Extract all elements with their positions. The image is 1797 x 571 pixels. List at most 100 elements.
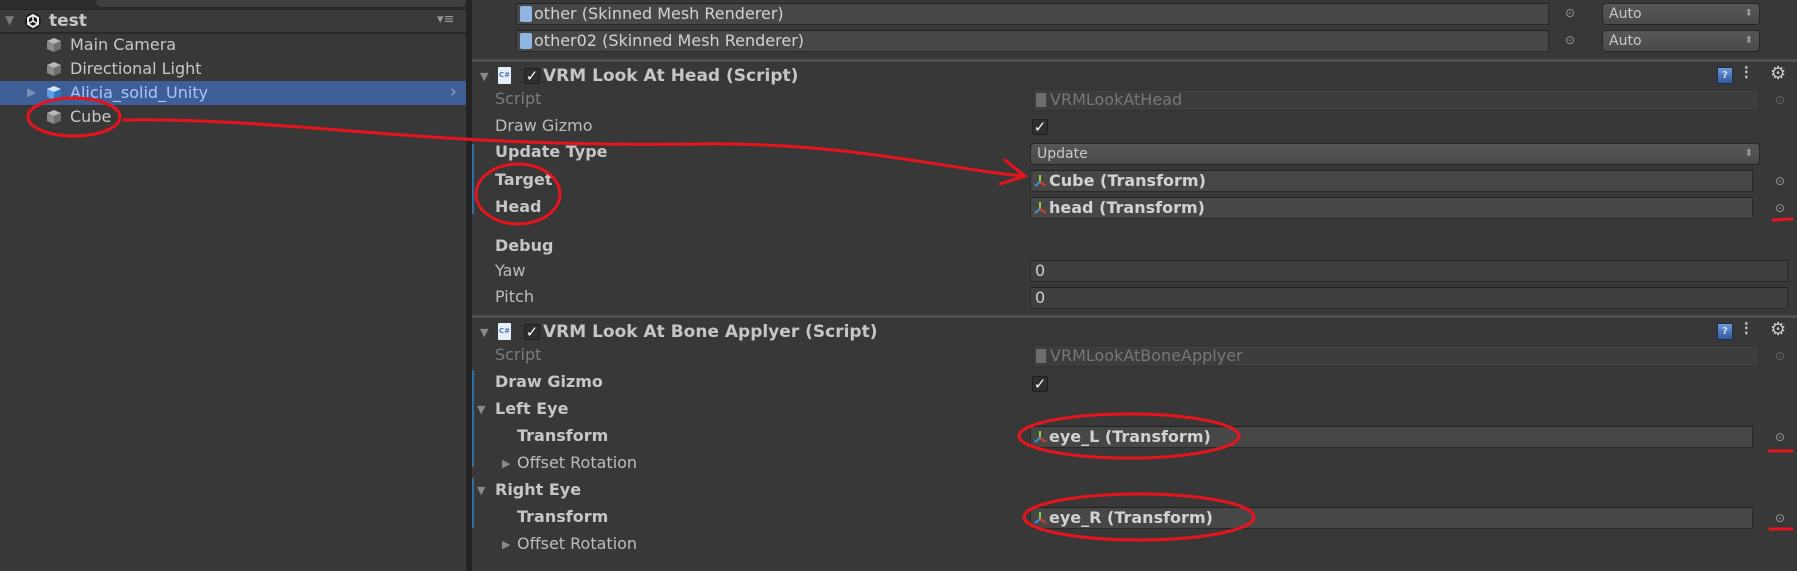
object-picker-icon[interactable]: ⊙ bbox=[1773, 430, 1787, 444]
hierarchy-item-main-camera[interactable]: Main Camera bbox=[0, 33, 466, 57]
right-eye-transform-field[interactable]: eye_R (Transform) bbox=[1030, 507, 1753, 529]
update-type-label: Update Type bbox=[495, 142, 608, 161]
right-eye-foldout-icon[interactable]: ▼ bbox=[477, 484, 485, 497]
hierarchy-item-label: Main Camera bbox=[70, 35, 177, 54]
transform-axes-icon bbox=[1034, 431, 1047, 443]
renderer-field-other[interactable]: other (Skinned Mesh Renderer) bbox=[516, 3, 1549, 25]
debug-section-label: Debug bbox=[495, 236, 554, 255]
yaw-field[interactable]: 0 bbox=[1030, 260, 1788, 282]
target-transform-field[interactable]: Cube (Transform) bbox=[1030, 170, 1753, 192]
component-separator bbox=[472, 315, 1797, 318]
right-offset-rotation-label[interactable]: Offset Rotation bbox=[517, 534, 637, 553]
left-eye-value: eye_L (Transform) bbox=[1049, 427, 1211, 446]
presets-sliders-icon[interactable]: ⫶ bbox=[1744, 320, 1748, 340]
object-picker-icon: ⊙ bbox=[1774, 349, 1786, 363]
component-separator bbox=[472, 59, 1797, 62]
object-picker-icon[interactable]: ⊙ bbox=[1773, 201, 1787, 215]
draw-gizmo-label: Draw Gizmo bbox=[495, 116, 593, 135]
draw-gizmo-label: Draw Gizmo bbox=[495, 372, 603, 391]
object-picker-icon[interactable]: ⊙ bbox=[1563, 6, 1577, 20]
update-type-dropdown[interactable]: Update ⬍ bbox=[1030, 143, 1760, 165]
script-value: VRMLookAtHead bbox=[1050, 90, 1183, 109]
script-field[interactable]: VRMLookAtBoneApplyer bbox=[1032, 345, 1759, 367]
head-value: head (Transform) bbox=[1049, 198, 1205, 217]
component-header-bone-applyer[interactable]: ▼ C# ✓ VRM Look At Bone Applyer (Script)… bbox=[472, 319, 1797, 345]
scene-foldout-arrow-icon[interactable]: ▼ bbox=[5, 13, 14, 27]
transform-axes-icon bbox=[1034, 512, 1047, 524]
right-eye-label: Right Eye bbox=[495, 480, 582, 499]
hierarchy-item-alicia-solid-unity[interactable]: ▶ Alicia_solid_Unity › bbox=[0, 81, 466, 105]
foldout-arrow-icon[interactable]: ▼ bbox=[480, 70, 488, 83]
target-label: Target bbox=[495, 170, 553, 189]
hierarchy-search-input[interactable] bbox=[95, 0, 467, 8]
renderer-mode-dropdown[interactable]: Auto ⬍ bbox=[1602, 3, 1760, 25]
yaw-value: 0 bbox=[1035, 261, 1046, 280]
component-title: VRM Look At Head (Script) bbox=[543, 66, 799, 86]
renderer-value: other02 (Skinned Mesh Renderer) bbox=[534, 31, 805, 50]
hierarchy-item-label: Cube bbox=[70, 107, 112, 126]
draw-gizmo-checkbox[interactable]: ✓ bbox=[1032, 376, 1048, 392]
hierarchy-toolbar bbox=[0, 0, 467, 10]
hierarchy-panel: ▼ test ▾≡ Main Camera Directional Light … bbox=[0, 0, 467, 571]
modified-indicator-bar bbox=[472, 370, 474, 467]
gear-icon[interactable]: ⚙ bbox=[1770, 319, 1786, 340]
modified-indicator-bar bbox=[472, 478, 474, 528]
skinned-mesh-renderer-icon bbox=[520, 33, 532, 49]
script-field[interactable]: VRMLookAtHead bbox=[1032, 89, 1759, 111]
modified-indicator-bar bbox=[472, 144, 474, 214]
prefab-cube-icon bbox=[47, 86, 61, 100]
dropdown-arrows-icon: ⬍ bbox=[1744, 148, 1753, 159]
renderer-mode-dropdown[interactable]: Auto ⬍ bbox=[1602, 30, 1760, 52]
transform-axes-icon bbox=[1034, 202, 1047, 214]
head-label: Head bbox=[495, 197, 542, 216]
offset-rotation-foldout-icon[interactable]: ▶ bbox=[502, 538, 510, 551]
foldout-arrow-icon[interactable]: ▼ bbox=[480, 326, 488, 339]
object-picker-icon[interactable]: ⊙ bbox=[1773, 511, 1787, 525]
pitch-field[interactable]: 0 bbox=[1030, 287, 1788, 309]
hierarchy-item-directional-light[interactable]: Directional Light bbox=[0, 57, 466, 81]
component-enabled-checkbox[interactable]: ✓ bbox=[524, 324, 540, 340]
csharp-script-icon: C# bbox=[498, 323, 511, 340]
csharp-script-icon: C# bbox=[498, 67, 511, 84]
dropdown-arrows-icon: ⬍ bbox=[1744, 8, 1753, 19]
pitch-value: 0 bbox=[1035, 288, 1046, 307]
offset-rotation-foldout-icon[interactable]: ▶ bbox=[502, 457, 510, 470]
inspector-panel: other (Skinned Mesh Renderer) ⊙ Auto ⬍ ot… bbox=[472, 0, 1797, 571]
gameobject-cube-icon bbox=[47, 110, 61, 124]
left-offset-rotation-label[interactable]: Offset Rotation bbox=[517, 453, 637, 472]
object-picker-icon[interactable]: ⊙ bbox=[1563, 33, 1577, 47]
gear-icon[interactable]: ⚙ bbox=[1770, 63, 1786, 84]
expand-arrow-icon[interactable]: ▶ bbox=[27, 85, 36, 99]
object-picker-icon[interactable]: ⊙ bbox=[1773, 174, 1787, 188]
dropdown-value: Auto bbox=[1609, 6, 1642, 22]
left-eye-transform-field[interactable]: eye_L (Transform) bbox=[1030, 426, 1753, 448]
object-picker-icon: ⊙ bbox=[1774, 93, 1786, 107]
left-eye-foldout-icon[interactable]: ▼ bbox=[477, 403, 485, 416]
script-file-icon bbox=[1036, 349, 1046, 363]
help-book-icon[interactable]: ? bbox=[1717, 67, 1733, 84]
script-value: VRMLookAtBoneApplyer bbox=[1050, 346, 1243, 365]
presets-sliders-icon[interactable]: ⫶ bbox=[1744, 64, 1748, 84]
open-prefab-chevron-icon[interactable]: › bbox=[450, 82, 457, 102]
head-transform-field[interactable]: head (Transform) bbox=[1030, 197, 1753, 219]
pitch-label: Pitch bbox=[495, 287, 534, 306]
skinned-mesh-renderer-icon bbox=[520, 6, 532, 22]
left-eye-label: Left Eye bbox=[495, 399, 569, 418]
script-label: Script bbox=[495, 345, 542, 364]
help-book-icon[interactable]: ? bbox=[1717, 323, 1733, 340]
right-transform-label: Transform bbox=[517, 507, 609, 526]
component-enabled-checkbox[interactable]: ✓ bbox=[524, 68, 540, 84]
hierarchy-item-cube[interactable]: Cube bbox=[0, 105, 466, 129]
unity-logo-icon bbox=[25, 13, 41, 29]
scene-header[interactable]: ▼ test ▾≡ bbox=[0, 10, 466, 34]
renderer-field-other02[interactable]: other02 (Skinned Mesh Renderer) bbox=[516, 30, 1549, 52]
yaw-label: Yaw bbox=[495, 261, 526, 280]
gameobject-cube-icon bbox=[47, 62, 61, 76]
hamburger-menu-icon[interactable]: ▾≡ bbox=[437, 12, 454, 27]
hierarchy-item-label: Directional Light bbox=[70, 59, 202, 78]
right-eye-value: eye_R (Transform) bbox=[1049, 508, 1213, 527]
script-label: Script bbox=[495, 89, 542, 108]
component-header-look-at-head[interactable]: ▼ C# ✓ VRM Look At Head (Script) ? ⫶ ⚙ bbox=[472, 63, 1797, 89]
draw-gizmo-checkbox[interactable]: ✓ bbox=[1032, 119, 1048, 135]
dropdown-value: Auto bbox=[1609, 33, 1642, 49]
